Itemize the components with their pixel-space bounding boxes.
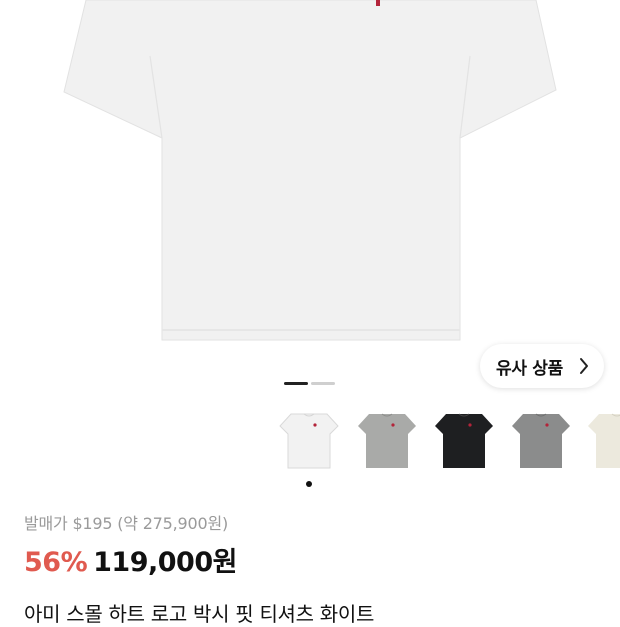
thumbnail-selected-indicator <box>306 481 312 487</box>
price-row: 56% 119,000원 <box>24 540 237 579</box>
similar-products-label: 유사 상품 <box>496 358 563 379</box>
discount-rate: 56% <box>24 547 88 578</box>
sale-price: 119,000원 <box>93 547 237 578</box>
carousel-dot-active <box>284 382 308 385</box>
tshirt-illustration <box>63 0 557 341</box>
thumbnail-white[interactable] <box>278 408 340 472</box>
similar-products-button[interactable]: 유사 상품 <box>480 344 604 388</box>
carousel-dot <box>311 382 335 385</box>
chevron-right-icon <box>580 358 588 374</box>
original-price: 발매가 $195 (약 275,900원) <box>24 514 229 533</box>
product-image[interactable] <box>0 0 620 348</box>
thumbnail-cream[interactable] <box>586 408 620 472</box>
thumbnail-light-gray[interactable] <box>356 408 418 472</box>
product-title: 아미 스몰 하트 로고 박시 핏 티셔츠 화이트 <box>24 602 375 626</box>
thumbnail-black[interactable] <box>433 408 495 472</box>
thumbnail-gray[interactable] <box>510 408 572 472</box>
heart-logo-icon <box>376 0 380 6</box>
